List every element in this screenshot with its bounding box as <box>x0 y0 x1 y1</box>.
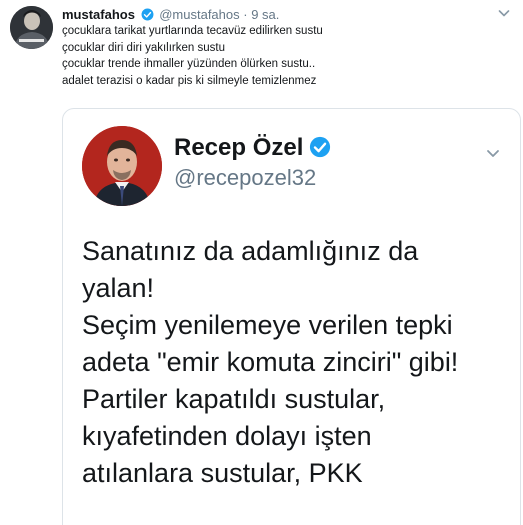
tweet-text-line: adalet terazisi o kadar pis ki silmeyle … <box>62 74 317 87</box>
quoted-text-line: yalan! <box>82 273 155 303</box>
quoted-text-line: kıyafetinden dolayı işten <box>82 421 372 451</box>
quoted-handle[interactable]: @recepozel32 <box>174 165 316 191</box>
handle[interactable]: @mustafahos <box>159 7 239 22</box>
avatar[interactable] <box>10 6 53 49</box>
chevron-down-icon[interactable] <box>485 145 501 161</box>
timestamp[interactable]: 9 sa. <box>251 7 279 22</box>
chevron-down-icon[interactable] <box>497 6 511 20</box>
tweet: mustafahos @mustafahos · 9 sa. çocuklara… <box>0 0 523 525</box>
quoted-tweet[interactable]: Recep Özel @recepozel32 Sanatınız da ada… <box>62 108 521 525</box>
tweet-text-line: çocuklara tarikat yurtlarında tecavüz ed… <box>62 25 323 37</box>
quoted-display-name[interactable]: Recep Özel <box>174 134 331 165</box>
quoted-text-line: adeta "emir komuta zinciri" gibi! <box>82 347 459 377</box>
tweet-text-line: çocuklar trende ihmaller yüzünden ölürke… <box>62 58 316 70</box>
display-name[interactable]: mustafahos <box>62 7 135 22</box>
quoted-text-line: Partiler kapatıldı sustular, <box>82 384 386 414</box>
verified-badge-icon <box>309 136 331 165</box>
quoted-text: Sanatınız da adamlığınız da yalan! Seçim… <box>82 233 458 492</box>
tweet-text-line: çocuklar diri diri yakılırken sustu <box>62 41 225 54</box>
quoted-text-line: Sanatınız da adamlığınız da <box>82 236 419 266</box>
tweet-text: çocuklara tarikat yurtlarında tecavüz ed… <box>62 23 323 89</box>
quoted-avatar[interactable] <box>82 126 162 206</box>
quoted-display-name-text: Recep Özel <box>174 134 304 161</box>
quoted-text-line: atılanlara sustular, PKK <box>82 458 363 488</box>
quoted-text-line: Seçim yenilemeye verilen tepki <box>82 310 453 340</box>
separator: · <box>243 7 248 22</box>
